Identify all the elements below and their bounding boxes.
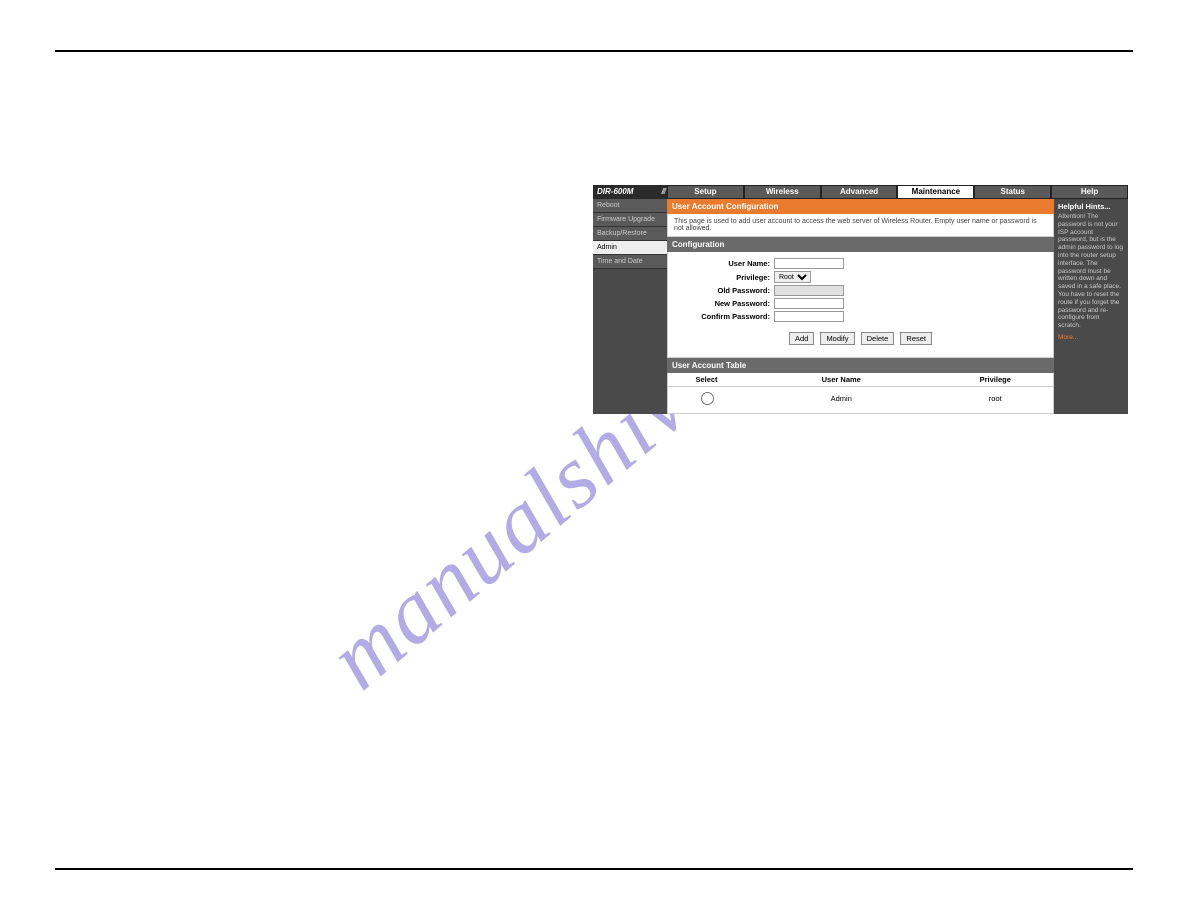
model-text: DIR-600M [597, 187, 633, 196]
sidebar-item-time[interactable]: Time and Date [593, 255, 667, 269]
help-title: Helpful Hints... [1058, 202, 1124, 211]
top-tab-bar: DIR-600M /// Setup Wireless Advanced Main… [593, 185, 1128, 199]
row-privilege: root [938, 387, 1054, 410]
configuration-header: Configuration [667, 237, 1054, 252]
main-panel: User Account Configuration This page is … [667, 199, 1054, 414]
sidebar-item-reboot[interactable]: Reboot [593, 199, 667, 213]
user-account-table: Select User Name Privilege Admin root [668, 373, 1053, 409]
privilege-select[interactable]: Root [774, 271, 811, 283]
model-stripes-icon: /// [661, 187, 665, 196]
sidebar-item-backup[interactable]: Backup/Restore [593, 227, 667, 241]
help-more-link[interactable]: More... [1058, 334, 1124, 341]
confirm-password-input[interactable] [774, 311, 844, 322]
section-title: User Account Configuration [667, 199, 1054, 214]
new-password-input[interactable] [774, 298, 844, 309]
add-button[interactable]: Add [789, 332, 814, 345]
top-rule [55, 50, 1133, 52]
left-sidebar: Reboot Firmware Upgrade Backup/Restore A… [593, 199, 667, 414]
sidebar-item-admin[interactable]: Admin [593, 241, 667, 255]
model-label: DIR-600M /// [593, 185, 667, 199]
new-password-label: New Password: [674, 299, 774, 308]
tab-advanced[interactable]: Advanced [821, 185, 898, 199]
account-table-header: User Account Table [667, 358, 1054, 373]
sidebar-item-firmware[interactable]: Firmware Upgrade [593, 213, 667, 227]
col-privilege: Privilege [938, 373, 1054, 387]
privilege-label: Privilege: [674, 273, 774, 282]
old-password-input[interactable] [774, 285, 844, 296]
tab-status[interactable]: Status [974, 185, 1051, 199]
configuration-form: User Name: Privilege: Root Old Password:… [667, 252, 1054, 358]
row-select-radio[interactable] [701, 392, 714, 405]
button-row: Add Modify Delete Reset [674, 324, 1047, 353]
help-body: Attention! The password is not your ISP … [1058, 213, 1124, 330]
username-label: User Name: [674, 259, 774, 268]
delete-button[interactable]: Delete [861, 332, 895, 345]
tab-setup[interactable]: Setup [667, 185, 744, 199]
modify-button[interactable]: Modify [820, 332, 854, 345]
col-username: User Name [745, 373, 938, 387]
tab-help[interactable]: Help [1051, 185, 1128, 199]
section-description: This page is used to add user account to… [667, 214, 1054, 237]
table-row: Admin root [668, 387, 1053, 410]
row-username: Admin [745, 387, 938, 410]
old-password-label: Old Password: [674, 286, 774, 295]
help-panel: Helpful Hints... Attention! The password… [1054, 199, 1128, 414]
bottom-rule [55, 868, 1133, 870]
confirm-password-label: Confirm Password: [674, 312, 774, 321]
col-select: Select [668, 373, 745, 387]
tab-wireless[interactable]: Wireless [744, 185, 821, 199]
router-admin-ui: DIR-600M /// Setup Wireless Advanced Main… [593, 185, 1128, 414]
username-input[interactable] [774, 258, 844, 269]
reset-button[interactable]: Reset [900, 332, 932, 345]
tab-maintenance[interactable]: Maintenance [897, 185, 974, 199]
